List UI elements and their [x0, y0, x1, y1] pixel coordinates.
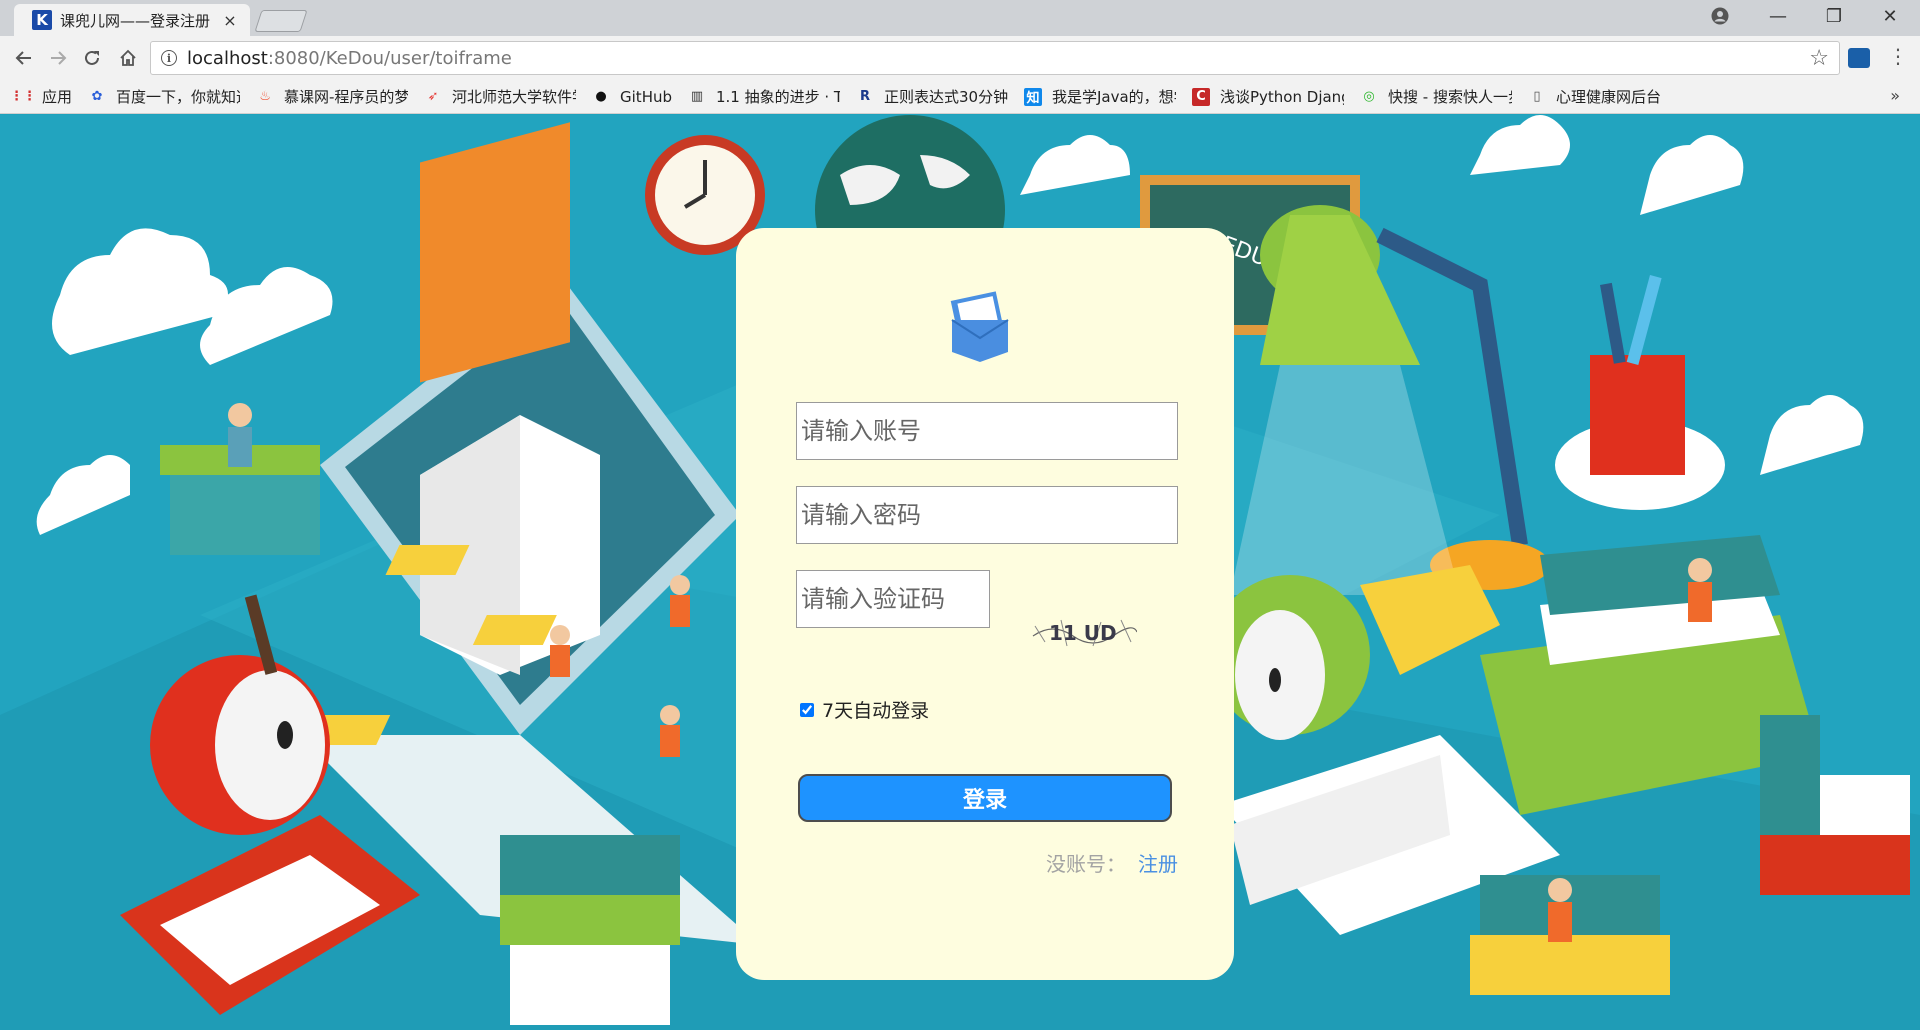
remember-checkbox[interactable] — [800, 702, 814, 717]
bookmark-label: 慕课网-程序员的梦工 — [284, 88, 409, 106]
bookmark-item[interactable]: ➶ 河北师范大学软件学 — [424, 86, 576, 107]
imooc-icon: ♨ — [259, 89, 271, 104]
tab-close-icon[interactable]: × — [220, 11, 240, 30]
page-icon: ▯ — [1533, 89, 1541, 104]
address-bar[interactable]: i localhost:8080/KeDou/user/toiframe ☆ — [150, 41, 1840, 75]
new-tab-button[interactable] — [254, 10, 308, 32]
background-illustration: EDUCAT — [0, 115, 1920, 1030]
profile-icon[interactable] — [1692, 0, 1748, 32]
menu-icon[interactable]: ⋮ — [1888, 44, 1908, 68]
bookmark-label: 应用 — [42, 88, 73, 106]
login-button[interactable]: 登录 — [798, 774, 1172, 822]
minimize-button[interactable]: — — [1750, 0, 1806, 32]
url-text: localhost:8080/KeDou/user/toiframe — [187, 48, 512, 69]
bookmark-item[interactable]: ● GitHub — [592, 88, 672, 106]
site-favicon-icon: K — [32, 10, 52, 30]
bookmark-item[interactable]: ▥ 1.1 抽象的进步 · Thi — [688, 86, 840, 107]
zhihu-icon: 知 — [1024, 87, 1042, 106]
bookmark-item[interactable]: ✿ 百度一下，你就知道 — [88, 86, 240, 107]
password-input[interactable] — [796, 486, 1178, 544]
reload-icon[interactable] — [76, 44, 108, 72]
restore-button[interactable]: ❐ — [1806, 0, 1862, 32]
url-host: localhost — [187, 47, 268, 69]
browser-tab-active[interactable]: K 课兜儿网——登录注册 × — [14, 4, 250, 36]
bookmark-item[interactable]: ◎ 快搜 - 搜索快人一步 — [1360, 86, 1512, 107]
bookmark-item[interactable]: C 浅谈Python Django — [1192, 86, 1344, 107]
browser-tab-strip: K 课兜儿网——登录注册 × — ❐ ✕ — [0, 0, 1920, 36]
github-icon: ● — [595, 89, 607, 104]
bookmark-label: 心理健康网后台 — [1556, 88, 1662, 106]
kuaisou-icon: ◎ — [1363, 89, 1375, 104]
forward-arrow-icon[interactable] — [42, 44, 74, 72]
remember-me[interactable]: 7天自动登录 — [800, 696, 929, 723]
bookmarks-overflow-icon[interactable]: » — [1890, 86, 1900, 105]
bookmark-item[interactable]: R 正则表达式30分钟入 — [856, 86, 1008, 107]
home-icon[interactable] — [112, 44, 144, 72]
login-card: 11 UD 7天自动登录 登录 没账号： 注册 — [736, 228, 1234, 980]
bookmarks-bar: ⋮⋮ 应用 ✿ 百度一下，你就知道 ♨ 慕课网-程序员的梦工 ➶ 河北师范大学软件学 ●… — [0, 80, 1920, 114]
captcha-text: 11 UD — [1049, 621, 1117, 645]
bookmark-item[interactable]: ⋮⋮ 应用 — [10, 86, 73, 107]
bookmark-label: 浅谈Python Django — [1220, 88, 1344, 106]
bookmark-item[interactable]: ♨ 慕课网-程序员的梦工 — [256, 86, 408, 107]
r-icon: R — [859, 89, 870, 104]
bookmark-label: 百度一下，你就知道 — [116, 88, 241, 106]
kedou-logo-icon — [950, 291, 1009, 362]
apps-icon: ⋮⋮ — [10, 89, 36, 104]
extension-icon[interactable] — [1848, 48, 1870, 68]
csdn-icon: C — [1192, 87, 1210, 106]
bookmark-label: 河北师范大学软件学 — [452, 88, 577, 106]
info-icon[interactable]: i — [161, 50, 177, 66]
bookmark-label: 快搜 - 搜索快人一步 — [1388, 88, 1512, 106]
bookmark-star-icon[interactable]: ☆ — [1809, 46, 1829, 71]
book-icon: ▥ — [690, 89, 704, 104]
captcha-input[interactable] — [796, 570, 990, 628]
close-window-button[interactable]: ✕ — [1862, 0, 1918, 32]
rocket-icon: ➶ — [427, 89, 439, 104]
bookmark-label: 我是学Java的，想学 — [1052, 88, 1176, 106]
account-input[interactable] — [796, 402, 1178, 460]
bookmark-item[interactable]: 知我是学Java的，想学 — [1024, 86, 1176, 107]
tab-title: 课兜儿网——登录注册 — [60, 11, 211, 30]
signup-row: 没账号： 注册 — [1046, 848, 1178, 877]
back-arrow-icon[interactable] — [8, 44, 40, 72]
url-path: :8080/KeDou/user/toiframe — [267, 47, 512, 69]
signup-link[interactable]: 注册 — [1138, 848, 1178, 877]
captcha-image[interactable]: 11 UD — [1031, 616, 1137, 650]
signup-prompt: 没账号： — [1046, 852, 1126, 876]
bookmark-label: GitHub — [620, 87, 672, 106]
remember-label: 7天自动登录 — [822, 700, 930, 722]
bookmark-item[interactable]: ▯ 心理健康网后台 — [1528, 86, 1661, 107]
browser-toolbar: i localhost:8080/KeDou/user/toiframe ☆ ⋮ — [0, 36, 1920, 80]
bookmark-label: 1.1 抽象的进步 · Thi — [716, 88, 840, 106]
bookmark-label: 正则表达式30分钟入 — [884, 88, 1008, 106]
baidu-icon: ✿ — [91, 89, 103, 104]
